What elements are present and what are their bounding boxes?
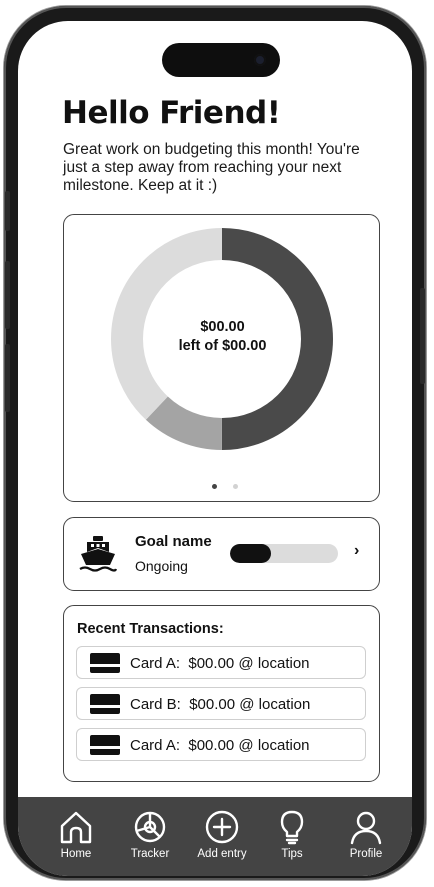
- transaction-card: Card B:: [130, 696, 181, 713]
- volume-down-button: [5, 344, 10, 412]
- transaction-details: $00.00 @ location: [188, 655, 310, 672]
- budget-summary-card[interactable]: $00.00 left of $00.00: [63, 214, 380, 502]
- tab-add-entry[interactable]: Add entry: [186, 809, 258, 860]
- tab-label: Profile: [349, 848, 383, 860]
- transaction-row[interactable]: Card A: $00.00 @ location: [76, 728, 366, 761]
- credit-card-icon: [90, 694, 120, 714]
- tab-tips[interactable]: Tips: [256, 809, 328, 860]
- carousel-dot[interactable]: [212, 484, 217, 489]
- lightbulb-icon: [280, 810, 304, 845]
- tab-label: Home: [60, 848, 92, 860]
- credit-card-icon: [90, 653, 120, 673]
- transaction-card: Card A:: [130, 655, 181, 672]
- pie-chart-icon: [134, 811, 166, 843]
- app-screen: Hello Friend! Great work on budgeting th…: [18, 21, 412, 876]
- amount-caption: left of $00.00: [178, 338, 267, 354]
- goal-name: Goal name: [135, 533, 212, 550]
- tab-profile[interactable]: Profile: [330, 809, 402, 860]
- transaction-details: $00.00 @ location: [188, 737, 310, 754]
- plus-circle-icon: [205, 810, 239, 844]
- transaction-row[interactable]: Card A: $00.00 @ location: [76, 646, 366, 679]
- transactions-title: Recent Transactions:: [77, 621, 224, 637]
- power-button: [420, 288, 425, 384]
- goal-progress-bar: [230, 544, 338, 563]
- amount-left: $00.00: [200, 319, 245, 335]
- transaction-text: Card A: $00.00 @ location: [130, 737, 310, 754]
- volume-up-button: [5, 261, 10, 329]
- transaction-card: Card A:: [130, 737, 181, 754]
- page-title: Hello Friend!: [62, 95, 281, 131]
- dynamic-island: [162, 43, 280, 77]
- home-icon: [60, 811, 92, 844]
- transaction-row[interactable]: Card B: $00.00 @ location: [76, 687, 366, 720]
- tab-tracker[interactable]: Tracker: [114, 809, 186, 860]
- ship-icon: [79, 536, 118, 572]
- credit-card-icon: [90, 735, 120, 755]
- user-icon: [350, 811, 382, 845]
- carousel-dot[interactable]: [233, 484, 238, 489]
- action-button: [5, 191, 10, 231]
- recent-transactions-card: Recent Transactions: Card A: $00.00 @ lo…: [63, 605, 380, 782]
- goal-card[interactable]: Goal name Ongoing ›: [63, 517, 380, 591]
- chevron-right-icon[interactable]: ›: [354, 542, 359, 560]
- encouragement-message: Great work on budgeting this month! You'…: [63, 141, 360, 194]
- transaction-text: Card A: $00.00 @ location: [130, 655, 310, 672]
- bottom-tab-bar: Home Tracker Add entry Tips Profile: [18, 797, 412, 876]
- tab-label: Add entry: [197, 848, 247, 860]
- camera-icon: [254, 54, 266, 66]
- tab-home[interactable]: Home: [40, 809, 112, 860]
- transaction-details: $00.00 @ location: [189, 696, 311, 713]
- tab-label: Tips: [281, 848, 303, 860]
- tab-label: Tracker: [130, 848, 170, 860]
- goal-status: Ongoing: [135, 558, 188, 574]
- carousel-dots[interactable]: [204, 476, 246, 494]
- phone-frame: Hello Friend! Great work on budgeting th…: [4, 6, 426, 880]
- goal-progress-fill: [230, 544, 272, 563]
- transaction-text: Card B: $00.00 @ location: [130, 696, 310, 713]
